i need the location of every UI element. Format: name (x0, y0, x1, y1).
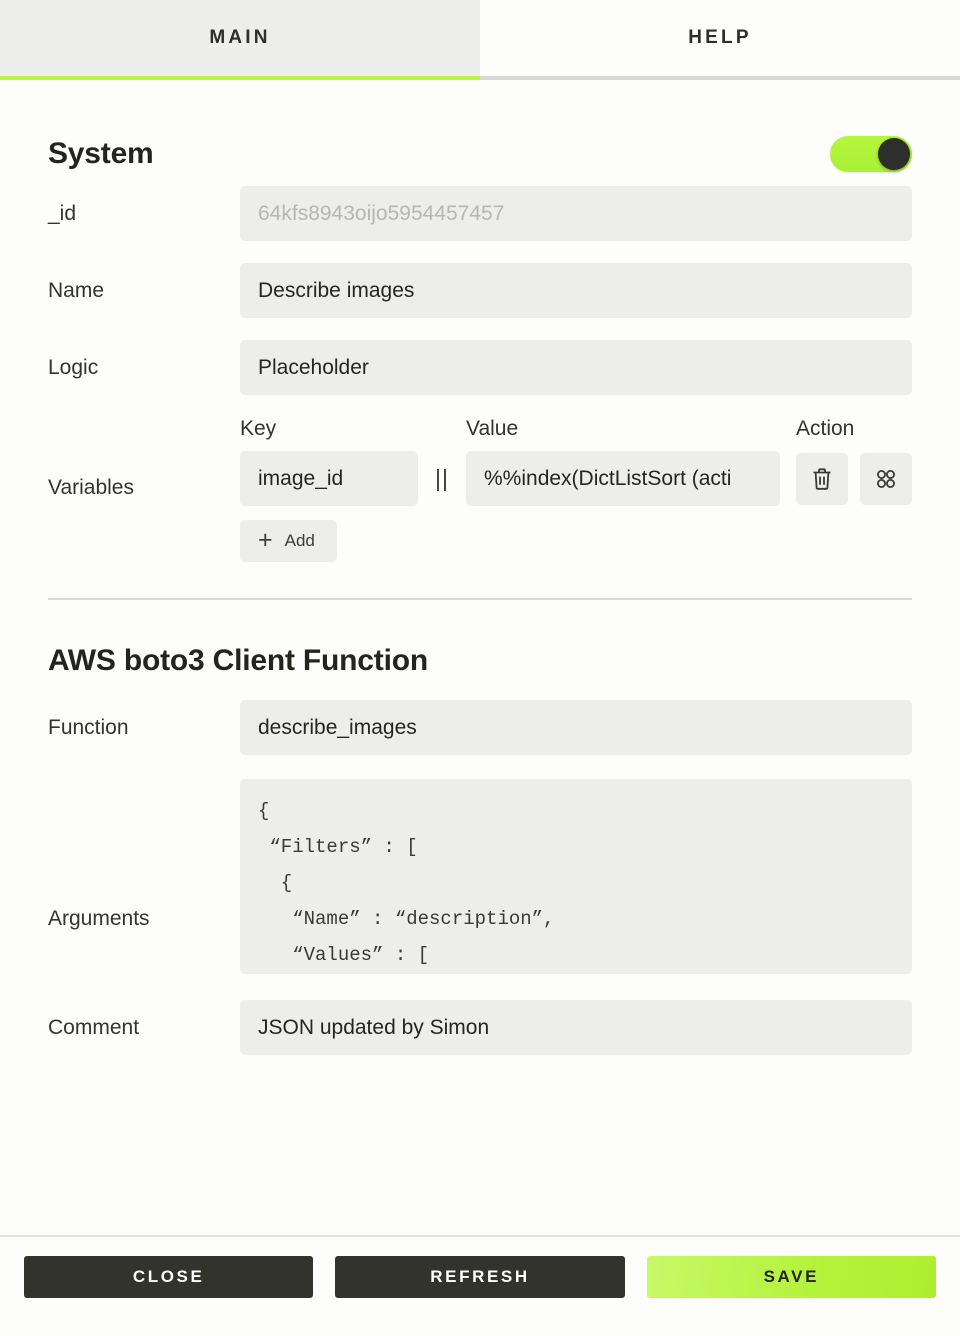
dialog-footer: CLOSE REFRESH SAVE (0, 1235, 960, 1336)
function-input[interactable]: describe_images (240, 700, 912, 755)
settings-dialog: MAIN HELP System _id 64kfs8943oijo595445… (0, 0, 960, 1336)
variable-key-input[interactable]: image_id (240, 451, 418, 506)
tab-help-label: HELP (688, 27, 752, 48)
dialog-body: System _id 64kfs8943oijo5954457457 Name … (0, 80, 960, 1235)
field-row-logic: Logic Placeholder (48, 340, 912, 395)
variable-value-input[interactable]: %%index(DictListSort (acti (466, 451, 780, 506)
logic-label: Logic (48, 355, 99, 379)
aws-section-header: AWS boto3 Client Function (48, 644, 912, 678)
logic-input[interactable]: Placeholder (240, 340, 912, 395)
comment-input[interactable]: JSON updated by Simon (240, 1000, 912, 1055)
field-row-variables: Variables Key Value Action image_id || %… (48, 417, 912, 562)
field-row-arguments: Arguments { “Filters” : [ { “Name” : “de… (48, 779, 912, 974)
tab-help[interactable]: HELP (480, 0, 960, 80)
delete-variable-button[interactable] (796, 452, 848, 505)
name-label: Name (48, 278, 105, 302)
name-input[interactable]: Describe images (240, 263, 912, 318)
column-header-value: Value (466, 417, 519, 440)
field-row-name: Name Describe images (48, 263, 912, 318)
system-section-header: System (48, 136, 912, 172)
tab-main[interactable]: MAIN (0, 0, 480, 80)
variables-table-header: Key Value Action (240, 417, 912, 441)
grid-dots-icon (875, 468, 897, 490)
arguments-label: Arguments (48, 906, 150, 930)
tab-main-label: MAIN (209, 27, 271, 48)
toggle-knob (878, 138, 910, 170)
aws-title: AWS boto3 Client Function (48, 644, 428, 677)
close-button[interactable]: CLOSE (24, 1256, 314, 1298)
field-row-id: _id 64kfs8943oijo5954457457 (48, 186, 912, 241)
variables-table-row: image_id || %%index(DictListSort (acti (240, 451, 912, 506)
tab-bar: MAIN HELP (0, 0, 960, 80)
field-row-comment: Comment JSON updated by Simon (48, 1000, 912, 1055)
column-header-key: Key (240, 417, 277, 440)
column-header-action: Action (796, 417, 855, 440)
id-input[interactable]: 64kfs8943oijo5954457457 (240, 186, 912, 241)
add-variable-button[interactable]: + Add (240, 520, 337, 562)
drag-handle-icon[interactable]: || (418, 465, 466, 492)
save-button[interactable]: SAVE (646, 1256, 936, 1298)
function-label: Function (48, 715, 129, 739)
plus-icon: + (258, 525, 273, 554)
refresh-button[interactable]: REFRESH (335, 1256, 625, 1298)
arguments-textarea[interactable]: { “Filters” : [ { “Name” : “description”… (240, 779, 912, 974)
section-divider (48, 598, 912, 600)
id-label: _id (48, 201, 77, 225)
trash-icon (811, 467, 833, 491)
system-enabled-toggle[interactable] (830, 136, 912, 172)
add-variable-label: Add (284, 531, 315, 550)
comment-label: Comment (48, 1015, 140, 1039)
field-row-function: Function describe_images (48, 700, 912, 755)
variables-label: Variables (48, 476, 134, 499)
duplicate-variable-button[interactable] (860, 452, 912, 505)
system-title: System (48, 137, 154, 170)
